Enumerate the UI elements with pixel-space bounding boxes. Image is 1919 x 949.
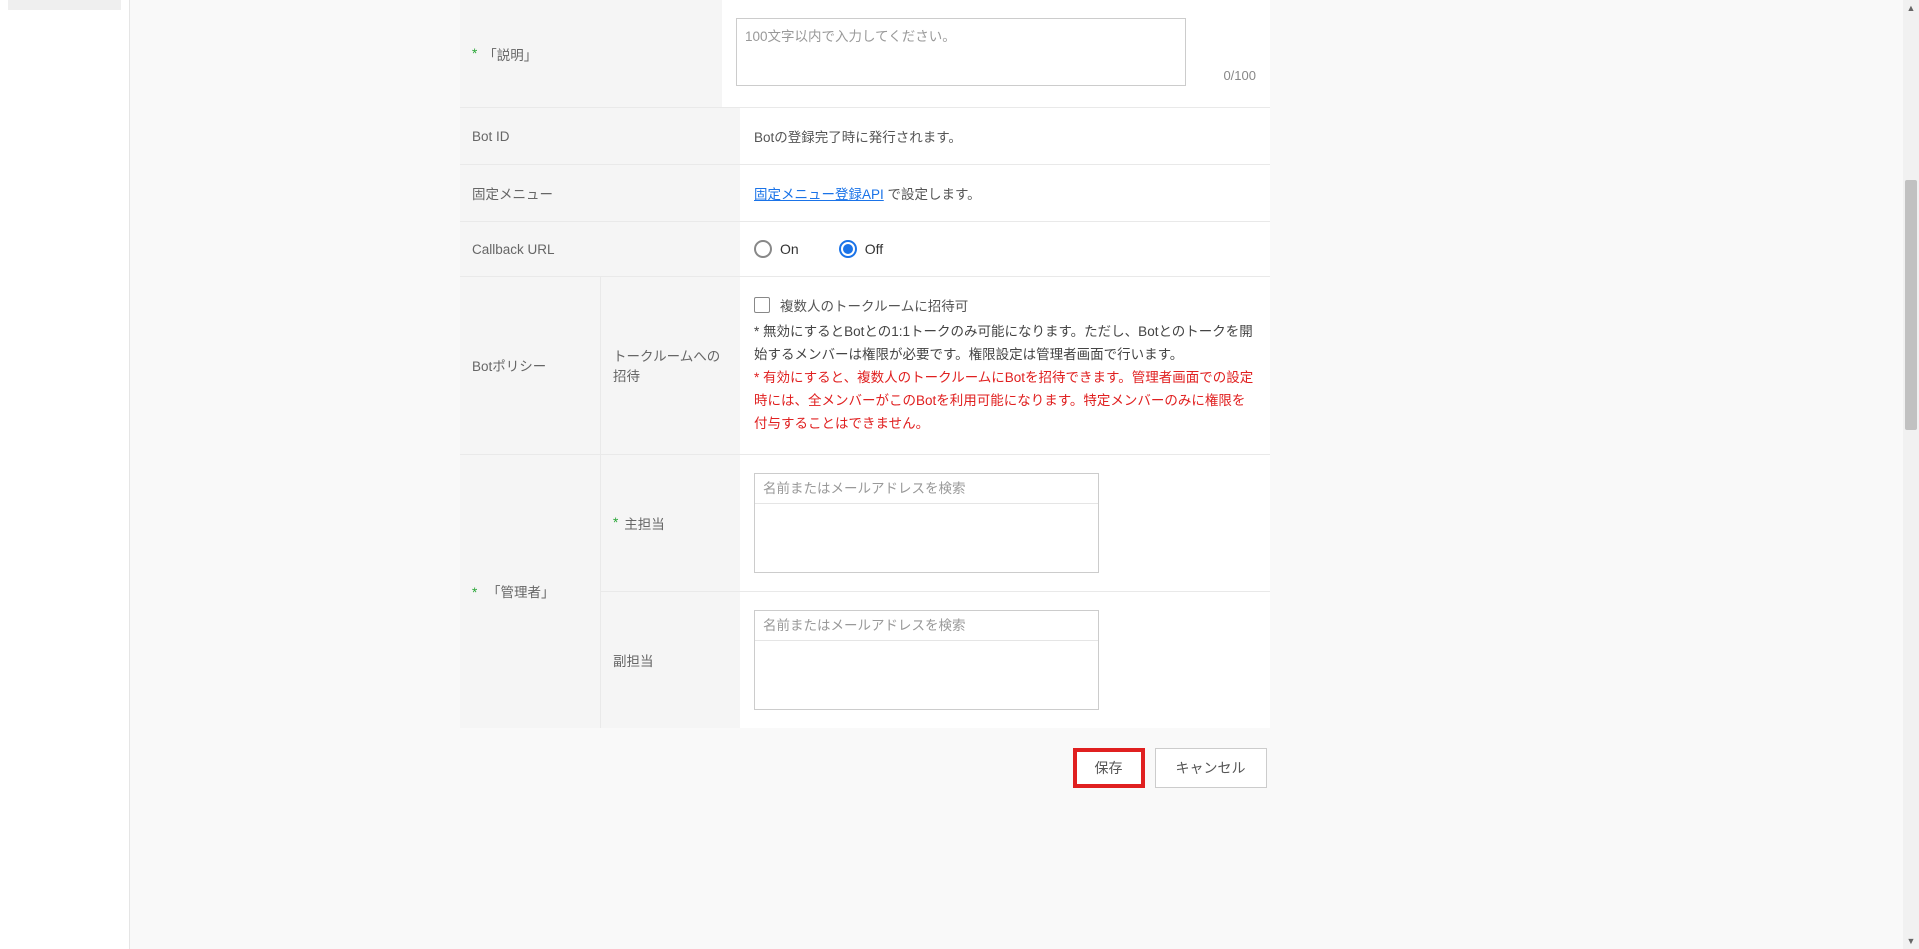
bot-id-text: Botの登録完了時に発行されます。: [754, 126, 1256, 146]
callback-off-label: Off: [865, 241, 883, 257]
row-callback: Callback URL On Off: [460, 222, 1270, 277]
row-policy: Botポリシー トークルームへの招待 複数人のトークルームに招待可 * 無効にす…: [460, 277, 1270, 455]
save-button[interactable]: 保存: [1073, 748, 1145, 788]
sidebar-placeholder: [8, 0, 121, 10]
fixed-menu-suffix: で設定します。: [884, 187, 981, 202]
policy-invite-checkbox[interactable]: [754, 297, 770, 313]
label-secondary: 副担当: [600, 592, 740, 728]
description-textarea[interactable]: [736, 18, 1186, 86]
cancel-button[interactable]: キャンセル: [1155, 748, 1267, 788]
row-admin: * 「管理者」 * 主担当: [460, 455, 1270, 728]
admin-nested-group: * 主担当 副担当: [600, 455, 1270, 728]
label-fixed-menu-text: 固定メニュー: [472, 183, 553, 203]
label-fixed-menu: 固定メニュー: [460, 165, 740, 221]
policy-note-red: * 有効にすると、複数人のトークルームにBotを招待できます。管理者画面での設定…: [754, 367, 1256, 436]
label-admin-text: 「管理者」: [487, 585, 555, 600]
label-primary-text: 主担当: [624, 513, 665, 533]
callback-on-item[interactable]: On: [754, 240, 799, 258]
label-policy-text: Botポリシー: [472, 355, 546, 375]
sidebar: [0, 0, 130, 949]
label-admin: * 「管理者」: [460, 455, 600, 728]
value-callback: On Off: [740, 222, 1270, 276]
label-policy-sub-text: トークルームへの招待: [613, 345, 728, 385]
fixed-menu-value: 固定メニュー登録API で設定します。: [754, 183, 1256, 203]
fixed-menu-api-link[interactable]: 固定メニュー登録API: [754, 187, 884, 202]
label-bot-id-text: Bot ID: [472, 129, 510, 144]
policy-checkbox-row: 複数人のトークルームに招待可: [754, 295, 1256, 315]
row-bot-id: Bot ID Botの登録完了時に発行されます。: [460, 108, 1270, 165]
scroll-up-icon[interactable]: ▲: [1903, 0, 1919, 16]
scroll-down-icon[interactable]: ▼: [1903, 933, 1919, 949]
policy-note-black: * 無効にするとBotとの1:1トークのみ可能になります。ただし、Botとのトー…: [754, 321, 1256, 367]
label-policy-sub: トークルームへの招待: [600, 277, 740, 454]
value-description: 0/100: [722, 0, 1270, 107]
main-content: * 「説明」 0/100 Bot ID Botの登録完了時に発行されます。: [130, 0, 1919, 949]
required-mark-admin: *: [472, 585, 477, 600]
label-secondary-text: 副担当: [613, 650, 654, 670]
description-counter: 0/100: [1223, 68, 1256, 83]
secondary-search-box: [754, 610, 1099, 710]
required-mark-primary: *: [613, 515, 618, 530]
form-container: * 「説明」 0/100 Bot ID Botの登録完了時に発行されます。: [460, 0, 1270, 728]
value-policy: 複数人のトークルームに招待可 * 無効にするとBotとの1:1トークのみ可能にな…: [740, 277, 1270, 454]
row-fixed-menu: 固定メニュー 固定メニュー登録API で設定します。: [460, 165, 1270, 222]
primary-search-input[interactable]: [755, 474, 1098, 504]
button-row: 保存 キャンセル: [460, 728, 1879, 808]
policy-checkbox-label: 複数人のトークルームに招待可: [780, 295, 968, 315]
label-primary: * 主担当: [600, 455, 740, 591]
description-wrap: 0/100: [736, 18, 1256, 89]
row-description: * 「説明」 0/100: [460, 0, 1270, 108]
label-callback: Callback URL: [460, 222, 740, 276]
callback-radio-row: On Off: [754, 240, 1256, 258]
callback-on-radio[interactable]: [754, 240, 772, 258]
value-secondary: [740, 592, 1270, 728]
callback-off-item[interactable]: Off: [839, 240, 883, 258]
callback-off-radio[interactable]: [839, 240, 857, 258]
label-policy: Botポリシー: [460, 277, 600, 454]
label-description: * 「説明」: [460, 0, 722, 107]
label-admin-wrap: * 「管理者」: [472, 581, 555, 601]
value-primary: [740, 455, 1270, 591]
secondary-search-input[interactable]: [755, 611, 1098, 641]
label-bot-id: Bot ID: [460, 108, 740, 164]
value-bot-id: Botの登録完了時に発行されます。: [740, 108, 1270, 164]
label-callback-text: Callback URL: [472, 242, 555, 257]
scrollbar[interactable]: ▲ ▼: [1903, 0, 1919, 949]
label-description-text: 「説明」: [483, 44, 537, 64]
primary-search-box: [754, 473, 1099, 573]
required-mark: *: [472, 46, 477, 61]
admin-secondary-row: 副担当: [600, 592, 1270, 728]
callback-on-label: On: [780, 241, 799, 257]
admin-primary-row: * 主担当: [600, 455, 1270, 592]
value-fixed-menu: 固定メニュー登録API で設定します。: [740, 165, 1270, 221]
scroll-thumb[interactable]: [1905, 180, 1917, 430]
